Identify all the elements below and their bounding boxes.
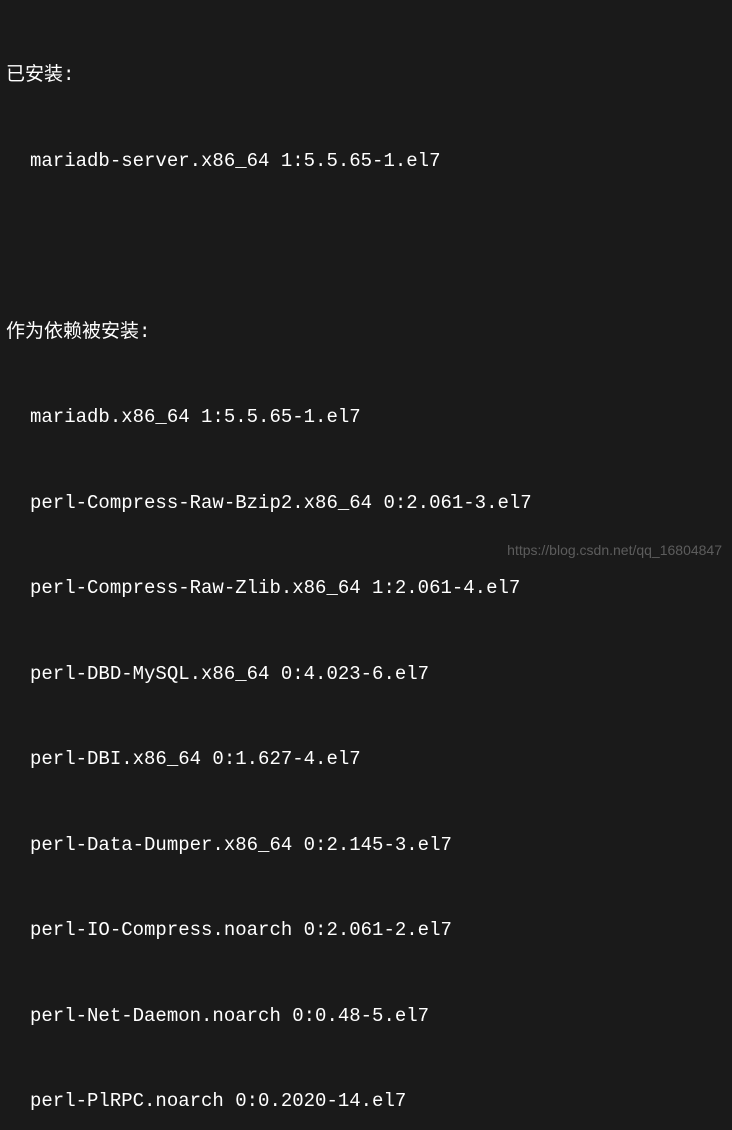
deps-installed-header: 作为依赖被安装:	[6, 318, 726, 347]
package-line: perl-DBD-MySQL.x86_64 0:4.023-6.el7	[6, 660, 726, 689]
package-line: perl-PlRPC.noarch 0:0.2020-14.el7	[6, 1087, 726, 1116]
terminal-output: 已安装: mariadb-server.x86_64 1:5.5.65-1.el…	[6, 4, 726, 1130]
package-line: mariadb.x86_64 1:5.5.65-1.el7	[6, 403, 726, 432]
package-line: perl-Compress-Raw-Zlib.x86_64 1:2.061-4.…	[6, 574, 726, 603]
package-line: perl-Compress-Raw-Bzip2.x86_64 0:2.061-3…	[6, 489, 726, 518]
blank-line	[6, 232, 726, 261]
package-line: perl-Data-Dumper.x86_64 0:2.145-3.el7	[6, 831, 726, 860]
installed-header: 已安装:	[6, 61, 726, 90]
package-line: perl-IO-Compress.noarch 0:2.061-2.el7	[6, 916, 726, 945]
package-line: perl-DBI.x86_64 0:1.627-4.el7	[6, 745, 726, 774]
watermark: https://blog.csdn.net/qq_16804847	[507, 540, 722, 561]
package-line: perl-Net-Daemon.noarch 0:0.48-5.el7	[6, 1002, 726, 1031]
package-line: mariadb-server.x86_64 1:5.5.65-1.el7	[6, 147, 726, 176]
